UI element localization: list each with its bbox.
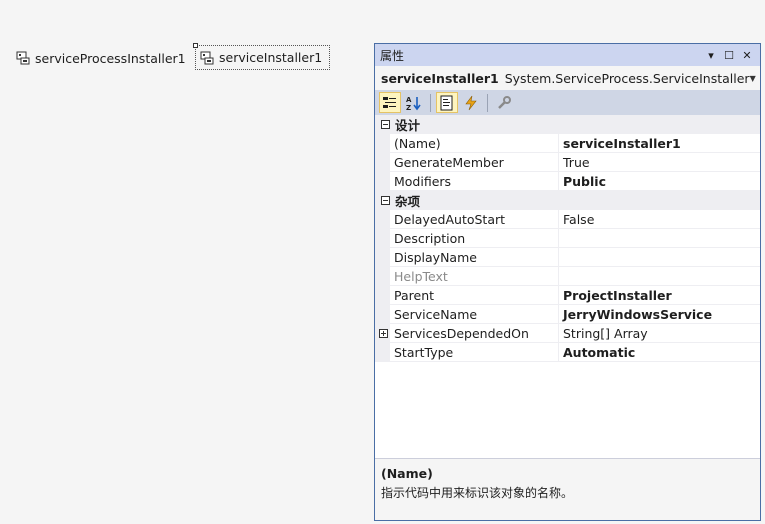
property-value[interactable]: ProjectInstaller [559,286,760,305]
property-row-generatemember[interactable]: GenerateMember True [375,153,760,172]
events-icon[interactable] [460,92,482,113]
row-gutter [375,134,390,153]
panel-title: 属性 [380,48,405,63]
property-value[interactable]: Automatic [559,343,760,362]
row-gutter [375,248,390,267]
service-component-icon [16,51,30,65]
row-gutter [375,210,390,229]
component-label: serviceProcessInstaller1 [35,50,186,66]
svg-text:A: A [406,96,412,104]
property-name: HelpText [390,267,559,286]
smart-tag-handle[interactable] [193,43,198,48]
svg-text:Z: Z [406,104,411,111]
property-name: Parent [390,286,559,305]
property-value[interactable]: False [559,210,760,229]
close-button[interactable]: ✕ [738,46,756,64]
row-gutter [375,305,390,324]
object-type: System.ServiceProcess.ServiceInstaller [504,70,750,86]
properties-icon[interactable] [436,92,458,113]
property-value[interactable] [559,248,760,267]
window-dropdown-button[interactable]: ▾ [702,46,720,64]
description-pane: (Name) 指示代码中用来标识该对象的名称。 [375,458,760,520]
property-value[interactable] [559,267,760,286]
service-installer-component[interactable]: serviceInstaller1 [193,43,330,70]
property-name: DisplayName [390,248,559,267]
property-row-helptext[interactable]: HelpText [375,267,760,286]
row-gutter [375,267,390,286]
row-gutter [375,172,390,191]
row-gutter [375,229,390,248]
property-name: (Name) [390,134,559,153]
property-grid: 设计 (Name) serviceInstaller1 GenerateMemb… [375,115,760,458]
row-gutter [375,286,390,305]
property-value[interactable] [559,229,760,248]
row-gutter [375,153,390,172]
description-text: 指示代码中用来标识该对象的名称。 [381,486,574,500]
properties-toolbar: AZ [375,90,760,115]
property-row-modifiers[interactable]: Modifiers Public [375,172,760,191]
property-row-description[interactable]: Description [375,229,760,248]
property-name: GenerateMember [390,153,559,172]
property-row-starttype[interactable]: StartType Automatic [375,343,760,362]
property-name: ServiceName [390,305,559,324]
category-design[interactable]: 设计 [375,115,760,134]
chevron-down-icon[interactable]: ▼ [750,74,756,83]
property-name: Modifiers [390,172,559,191]
property-value[interactable]: True [559,153,760,172]
component-label: serviceInstaller1 [219,50,323,65]
properties-title-bar[interactable]: 属性 ▾ ☐ ✕ [375,44,760,66]
categorized-icon[interactable] [379,92,401,113]
property-name: ServicesDependedOn [390,324,559,343]
property-value[interactable]: Public [559,172,760,191]
object-name: serviceInstaller1 [381,70,499,86]
row-gutter [375,343,390,362]
properties-window: 属性 ▾ ☐ ✕ serviceInstaller1 System.Servic… [374,43,761,521]
toolbar-separator [430,93,431,112]
expand-icon[interactable] [375,324,390,343]
property-row-servicesdependedon[interactable]: ServicesDependedOn String[] Array [375,324,760,343]
alphabetical-icon[interactable]: AZ [403,92,425,113]
collapse-icon[interactable] [378,115,392,134]
object-selector[interactable]: serviceInstaller1 System.ServiceProcess.… [375,66,760,90]
property-name: StartType [390,343,559,362]
property-value[interactable]: serviceInstaller1 [559,134,760,153]
toolbar-separator [487,93,488,112]
service-component-icon [200,51,214,65]
property-row-servicename[interactable]: ServiceName JerryWindowsService [375,305,760,324]
category-label: 杂项 [395,194,421,209]
property-row-name[interactable]: (Name) serviceInstaller1 [375,134,760,153]
description-title: (Name) [381,466,433,481]
category-label: 设计 [395,118,421,133]
category-misc[interactable]: 杂项 [375,191,760,210]
property-row-displayname[interactable]: DisplayName [375,248,760,267]
property-name: DelayedAutoStart [390,210,559,229]
property-name: Description [390,229,559,248]
collapse-icon[interactable] [378,191,392,210]
property-pages-icon[interactable] [493,92,515,113]
maximize-button[interactable]: ☐ [720,46,738,64]
property-row-delayedautostart[interactable]: DelayedAutoStart False [375,210,760,229]
property-value[interactable]: JerryWindowsService [559,305,760,324]
property-row-parent[interactable]: Parent ProjectInstaller [375,286,760,305]
property-value[interactable]: String[] Array [559,324,760,343]
service-process-installer-component[interactable]: serviceProcessInstaller1 [12,47,190,69]
